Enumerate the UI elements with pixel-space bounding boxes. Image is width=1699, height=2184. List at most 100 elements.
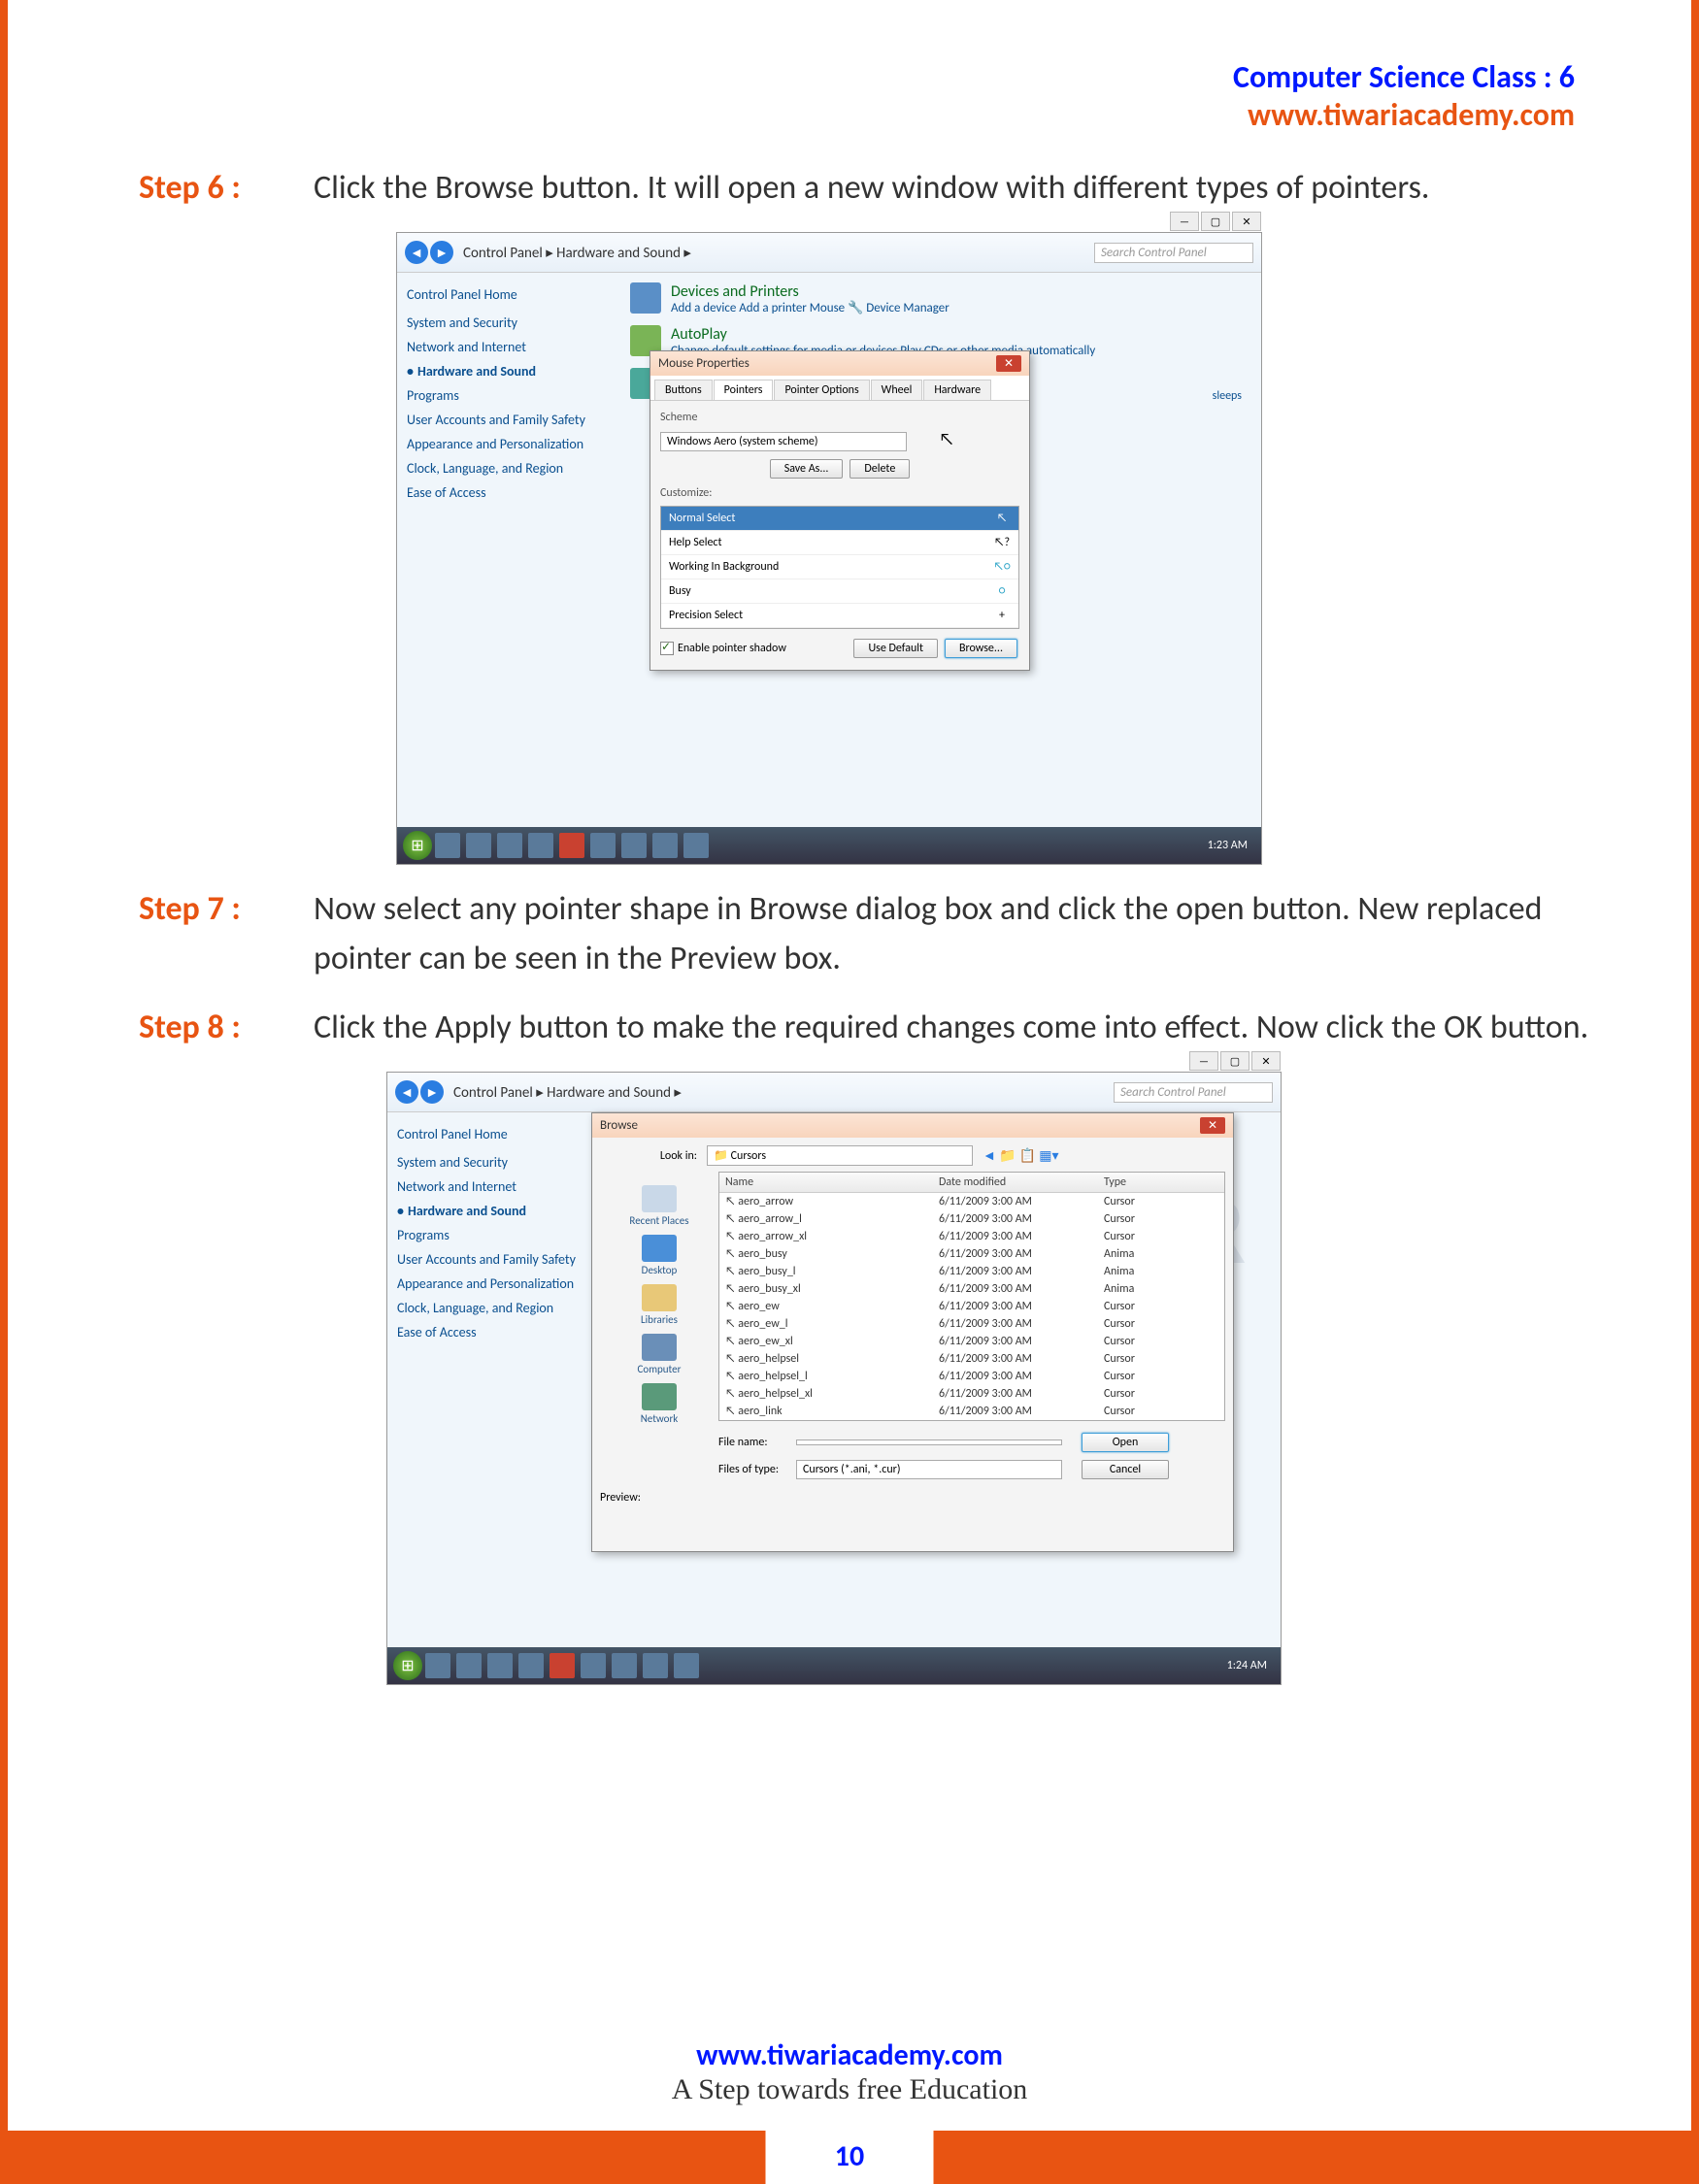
file-row[interactable]: ↖ aero_helpsel6/11/2009 3:00 AMCursor — [719, 1350, 1224, 1368]
cancel-button[interactable]: Cancel — [1082, 1460, 1169, 1479]
save-as-button[interactable]: Save As... — [770, 459, 844, 479]
sidebar-home[interactable]: Control Panel Home — [397, 1126, 582, 1142]
taskbar-icon[interactable] — [621, 833, 647, 858]
maximize-button[interactable]: ▢ — [1201, 212, 1230, 231]
sidebar-item[interactable]: Clock, Language, and Region — [397, 1300, 582, 1316]
close-button[interactable]: ✕ — [1251, 1051, 1281, 1071]
pointer-item-selected[interactable]: Normal Select↖ — [661, 507, 1018, 531]
taskbar-icon[interactable] — [518, 1653, 544, 1678]
tab-buttons[interactable]: Buttons — [654, 380, 713, 400]
minimize-button[interactable]: — — [1189, 1051, 1218, 1071]
sidebar-item[interactable]: Network and Internet — [407, 339, 611, 355]
browse-button[interactable]: Browse... — [945, 639, 1017, 658]
dialog-close-button[interactable]: ✕ — [996, 355, 1021, 372]
sidebar-item[interactable]: Network and Internet — [397, 1178, 582, 1195]
file-row[interactable]: ↖ aero_busy_xl6/11/2009 3:00 AMAnima — [719, 1280, 1224, 1298]
forward-button[interactable]: ► — [420, 1080, 444, 1104]
sidebar-home[interactable]: Control Panel Home — [407, 286, 611, 303]
sidebar-item[interactable]: Clock, Language, and Region — [407, 460, 611, 477]
place-network[interactable]: Network — [606, 1383, 713, 1425]
place-recent[interactable]: Recent Places — [606, 1185, 713, 1227]
place-computer[interactable]: Computer — [606, 1334, 713, 1375]
file-row[interactable]: ↖ aero_ew6/11/2009 3:00 AMCursor — [719, 1298, 1224, 1315]
filename-input[interactable] — [796, 1439, 1062, 1445]
search-input[interactable]: Search Control Panel — [1114, 1082, 1273, 1103]
taskbar-icon[interactable] — [683, 833, 709, 858]
file-row[interactable]: ↖ aero_arrow6/11/2009 3:00 AMCursor — [719, 1193, 1224, 1210]
file-row[interactable]: ↖ aero_ew_xl6/11/2009 3:00 AMCursor — [719, 1333, 1224, 1350]
taskbar-icon[interactable] — [652, 833, 678, 858]
place-libraries[interactable]: Libraries — [606, 1284, 713, 1326]
filetype-dropdown[interactable]: Cursors (*.ani, *.cur) — [796, 1460, 1062, 1479]
back-button[interactable]: ◄ — [405, 241, 428, 264]
file-row[interactable]: ↖ aero_arrow_l6/11/2009 3:00 AMCursor — [719, 1210, 1224, 1228]
tab-hardware[interactable]: Hardware — [923, 380, 991, 400]
sidebar-item[interactable]: User Accounts and Family Safety — [397, 1251, 582, 1268]
pointer-item[interactable]: Help Select↖? — [661, 531, 1018, 555]
place-desktop[interactable]: Desktop — [606, 1235, 713, 1276]
sidebar-item[interactable]: System and Security — [407, 314, 611, 331]
col-type[interactable]: Type — [1104, 1175, 1162, 1189]
pointer-item[interactable]: Working In Background↖○ — [661, 555, 1018, 579]
tab-wheel[interactable]: Wheel — [871, 380, 923, 400]
taskbar-clock[interactable]: 1:24 AM — [1227, 1659, 1275, 1672]
taskbar-icon[interactable] — [487, 1653, 513, 1678]
forward-button[interactable]: ► — [430, 241, 453, 264]
close-button[interactable]: ✕ — [1232, 212, 1261, 231]
back-button[interactable]: ◄ — [395, 1080, 418, 1104]
taskbar-icon[interactable] — [497, 833, 522, 858]
shadow-checkbox[interactable] — [660, 642, 674, 655]
sidebar-item[interactable]: User Accounts and Family Safety — [407, 412, 611, 428]
taskbar-icon[interactable] — [559, 833, 584, 858]
delete-button[interactable]: Delete — [850, 459, 910, 479]
sidebar-item[interactable]: Ease of Access — [407, 484, 611, 501]
taskbar-icon[interactable] — [581, 1653, 606, 1678]
file-row[interactable]: ↖ aero_arrow_xl6/11/2009 3:00 AMCursor — [719, 1228, 1224, 1245]
taskbar-icon[interactable] — [550, 1653, 575, 1678]
taskbar-clock[interactable]: 1:23 AM — [1208, 839, 1255, 852]
col-name[interactable]: Name — [725, 1175, 939, 1189]
sidebar-item[interactable]: Appearance and Personalization — [397, 1275, 582, 1292]
sidebar-item-active[interactable]: •Hardware and Sound — [397, 1203, 582, 1219]
taskbar-icon[interactable] — [643, 1653, 668, 1678]
scheme-dropdown[interactable]: Windows Aero (system scheme) — [660, 432, 907, 451]
sidebar-item[interactable]: Ease of Access — [397, 1324, 582, 1340]
file-row[interactable]: ↖ aero_ew_l6/11/2009 3:00 AMCursor — [719, 1315, 1224, 1333]
tab-pointers[interactable]: Pointers — [714, 380, 774, 400]
taskbar-icon[interactable] — [435, 833, 460, 858]
cat-links[interactable]: Add a device Add a printer Mouse 🔧 Devic… — [671, 301, 949, 315]
dialog-close-button[interactable]: ✕ — [1200, 1117, 1225, 1134]
start-button[interactable]: ⊞ — [393, 1651, 422, 1680]
pointer-item[interactable]: Busy○ — [661, 579, 1018, 604]
lookin-dropdown[interactable]: 📁 Cursors — [707, 1145, 973, 1166]
file-row[interactable]: ↖ aero_busy_l6/11/2009 3:00 AMAnima — [719, 1263, 1224, 1280]
taskbar-icon[interactable] — [425, 1653, 450, 1678]
start-button[interactable]: ⊞ — [403, 831, 432, 860]
taskbar-icon[interactable] — [528, 833, 553, 858]
file-row[interactable]: ↖ aero_helpsel_l6/11/2009 3:00 AMCursor — [719, 1368, 1224, 1385]
use-default-button[interactable]: Use Default — [853, 639, 938, 658]
breadcrumb[interactable]: Control Panel ▸ Hardware and Sound ▸ — [463, 244, 691, 262]
sidebar-item[interactable]: Programs — [407, 387, 611, 404]
cat-title[interactable]: AutoPlay — [671, 325, 1095, 344]
tab-pointer-options[interactable]: Pointer Options — [774, 380, 869, 400]
maximize-button[interactable]: ▢ — [1220, 1051, 1249, 1071]
sidebar-item-active[interactable]: •Hardware and Sound — [407, 363, 611, 380]
file-list[interactable]: Name Date modified Type ↖ aero_arrow6/11… — [718, 1172, 1225, 1421]
sidebar-item[interactable]: System and Security — [397, 1154, 582, 1171]
taskbar-icon[interactable] — [674, 1653, 699, 1678]
taskbar-icon[interactable] — [612, 1653, 637, 1678]
taskbar-icon[interactable] — [456, 1653, 482, 1678]
taskbar-icon[interactable] — [466, 833, 491, 858]
file-row[interactable]: ↖ aero_helpsel_xl6/11/2009 3:00 AMCursor — [719, 1385, 1224, 1403]
file-row[interactable]: ↖ aero_link6/11/2009 3:00 AMCursor — [719, 1403, 1224, 1420]
open-button[interactable]: Open — [1082, 1433, 1169, 1452]
file-list-header[interactable]: Name Date modified Type — [719, 1173, 1224, 1193]
breadcrumb[interactable]: Control Panel ▸ Hardware and Sound ▸ — [453, 1083, 682, 1102]
minimize-button[interactable]: — — [1170, 212, 1199, 231]
search-input[interactable]: Search Control Panel — [1094, 243, 1253, 263]
col-date[interactable]: Date modified — [939, 1175, 1104, 1189]
taskbar-icon[interactable] — [590, 833, 616, 858]
sidebar-item[interactable]: Programs — [397, 1227, 582, 1243]
pointer-item[interactable]: Precision Select+ — [661, 604, 1018, 628]
